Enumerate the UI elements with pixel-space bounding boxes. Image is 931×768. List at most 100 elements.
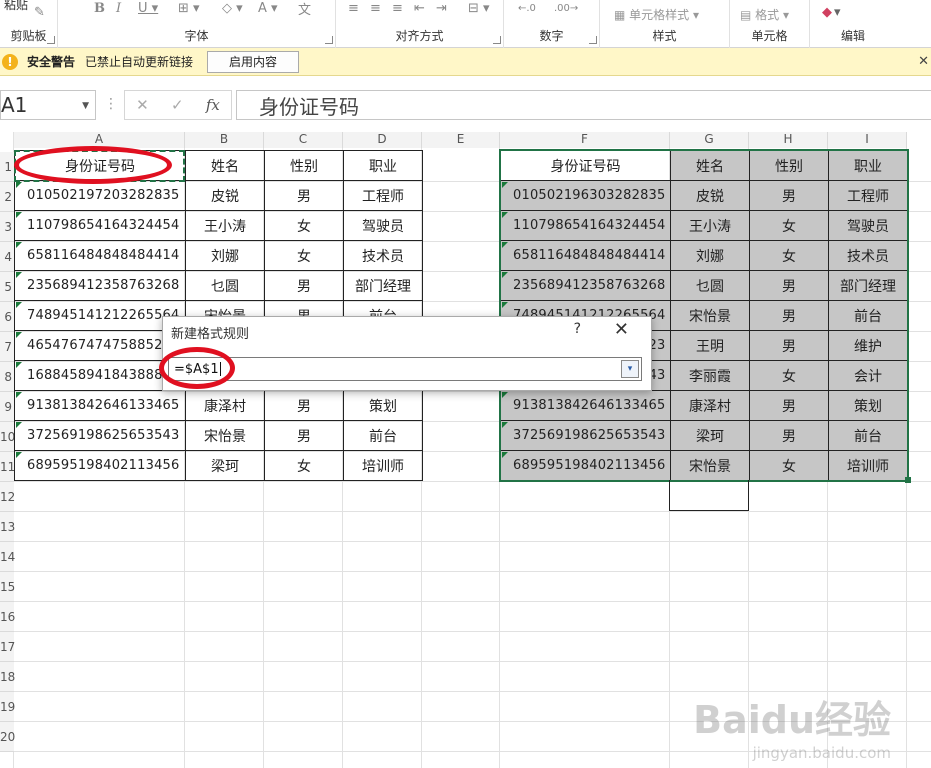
insert-function-icon[interactable]: fx: [206, 96, 220, 114]
number-launcher-icon[interactable]: [589, 36, 597, 44]
header-cell[interactable]: 姓名: [186, 151, 265, 181]
row-header-8[interactable]: 8: [0, 362, 14, 392]
row-header-14[interactable]: 14: [0, 542, 15, 572]
table-cell[interactable]: 男: [265, 181, 344, 211]
dialog-close-icon[interactable]: ✕: [614, 319, 629, 340]
table-cell[interactable]: 男: [265, 421, 344, 451]
table-cell[interactable]: 465476747475885223: [15, 331, 186, 361]
font-color-icon[interactable]: A ▾: [258, 0, 278, 16]
table-cell[interactable]: 工程师: [344, 181, 423, 211]
formula-input[interactable]: 身份证号码: [236, 90, 931, 120]
format-painter-icon[interactable]: ✎: [34, 4, 45, 20]
clipboard-launcher-icon[interactable]: [47, 36, 55, 44]
row-header-3[interactable]: 3: [0, 212, 14, 242]
table-cell[interactable]: 驾驶员: [344, 211, 423, 241]
italic-icon[interactable]: I: [116, 0, 121, 16]
cancel-icon[interactable]: ✕: [136, 96, 149, 114]
table-cell[interactable]: 男: [265, 391, 344, 421]
decrease-indent-icon[interactable]: ⇤: [414, 0, 425, 16]
table-cell[interactable]: 王小涛: [186, 211, 265, 241]
close-icon[interactable]: ✕: [918, 54, 929, 69]
table-cell[interactable]: 女: [265, 211, 344, 241]
table-cell[interactable]: 康泽村: [186, 391, 265, 421]
table-cell[interactable]: 110798654164324454: [15, 211, 186, 241]
increase-indent-icon[interactable]: ⇥: [436, 0, 447, 16]
format-button[interactable]: ▤ 格式 ▾: [740, 6, 789, 23]
name-box[interactable]: A1 ▼: [0, 90, 96, 120]
table-cell[interactable]: 658116484848484414: [15, 241, 186, 271]
table-cell[interactable]: 男: [265, 271, 344, 301]
row-header-11[interactable]: 11: [0, 452, 15, 482]
table-cell[interactable]: 372569198625653543: [15, 421, 186, 451]
table-cell[interactable]: 乜圆: [186, 271, 265, 301]
cell-styles-button[interactable]: ▦ 单元格样式 ▾: [614, 6, 699, 23]
table-cell[interactable]: 皮锐: [186, 181, 265, 211]
fill-handle[interactable]: [905, 477, 911, 483]
paste-button-label[interactable]: 粘贴: [4, 0, 28, 13]
phonetic-icon[interactable]: 文: [298, 0, 311, 18]
row-header-15[interactable]: 15: [0, 572, 15, 602]
table-cell[interactable]: 前台: [344, 421, 423, 451]
table-cell[interactable]: 梁珂: [186, 451, 265, 481]
merge-center-icon[interactable]: ⊟ ▾: [468, 0, 490, 16]
bold-icon[interactable]: B: [94, 0, 105, 16]
header-cell[interactable]: 职业: [344, 151, 423, 181]
table-cell[interactable]: 女: [265, 451, 344, 481]
table-cell[interactable]: 培训师: [344, 451, 423, 481]
table-cell[interactable]: 部门经理: [344, 271, 423, 301]
enable-content-button[interactable]: 启用内容: [207, 50, 300, 73]
worksheet-grid[interactable]: ABCDEFGHI 1 2 3 4 5 6 7 8 9 10 11 12 13 14 15 16 17 18 19 2…: [0, 132, 931, 768]
collapse-dialog-icon[interactable]: ▾: [621, 360, 639, 378]
row-header-1[interactable]: 1: [0, 152, 14, 182]
alignment-launcher-icon[interactable]: [493, 36, 501, 44]
header-cell[interactable]: 性别: [265, 151, 344, 181]
table-cell[interactable]: 748945141212265564: [15, 301, 186, 331]
underline-icon[interactable]: U ▾: [138, 0, 158, 16]
row-header-6[interactable]: 6: [0, 302, 14, 332]
table-cell[interactable]: 策划: [344, 391, 423, 421]
formula-rule-input[interactable]: =$A$1 ▾: [168, 357, 642, 381]
row-header-10[interactable]: 10: [0, 422, 15, 452]
row-header-12[interactable]: 12: [0, 482, 15, 512]
row-header-19[interactable]: 19: [0, 692, 15, 722]
table-cell[interactable]: 刘娜: [186, 241, 265, 271]
table-cell[interactable]: 宋怡景: [186, 421, 265, 451]
row-header-2[interactable]: 2: [0, 182, 14, 212]
table-cell[interactable]: 913813842646133465: [15, 391, 186, 421]
table-cell[interactable]: 技术员: [344, 241, 423, 271]
column-header-c[interactable]: C: [264, 132, 343, 148]
row-header-5[interactable]: 5: [0, 272, 14, 302]
border-icon[interactable]: ⊞ ▾: [178, 0, 200, 16]
row-header-9[interactable]: 9: [0, 392, 14, 422]
table-cell[interactable]: 010502197203282835: [15, 181, 186, 211]
column-header-e[interactable]: E: [422, 132, 500, 148]
fill-color-icon[interactable]: ◇ ▾: [222, 0, 243, 16]
row-header-16[interactable]: 16: [0, 602, 15, 632]
clear-eraser-icon[interactable]: ◆ ▾: [822, 4, 841, 20]
enter-check-icon[interactable]: ✓: [171, 96, 184, 114]
row-header-18[interactable]: 18: [0, 662, 15, 692]
column-header-i[interactable]: I: [828, 132, 907, 148]
align-center-icon[interactable]: ≡: [370, 0, 381, 16]
row-header-13[interactable]: 13: [0, 512, 15, 542]
font-launcher-icon[interactable]: [325, 36, 333, 44]
column-header-g[interactable]: G: [670, 132, 749, 148]
table-cell[interactable]: 女: [265, 241, 344, 271]
align-left-icon[interactable]: ≡: [348, 0, 359, 16]
decrease-decimal-icon[interactable]: .00→: [554, 0, 578, 16]
increase-decimal-icon[interactable]: ←.0: [518, 0, 536, 16]
table-cell[interactable]: 689595198402113456: [15, 451, 186, 481]
row-header-20[interactable]: 20: [0, 722, 15, 752]
row-header-4[interactable]: 4: [0, 242, 14, 272]
chevron-down-icon[interactable]: ▼: [82, 101, 89, 111]
help-icon[interactable]: ?: [574, 321, 581, 337]
row-header-7[interactable]: 7: [0, 332, 14, 362]
table-cell[interactable]: 235689412358763268: [15, 271, 186, 301]
column-header-f[interactable]: F: [500, 132, 670, 148]
column-header-b[interactable]: B: [185, 132, 264, 148]
row-header-17[interactable]: 17: [0, 632, 15, 662]
column-header-d[interactable]: D: [343, 132, 422, 148]
column-header-h[interactable]: H: [749, 132, 828, 148]
align-right-icon[interactable]: ≡: [392, 0, 403, 16]
cell-g12[interactable]: [669, 480, 749, 511]
